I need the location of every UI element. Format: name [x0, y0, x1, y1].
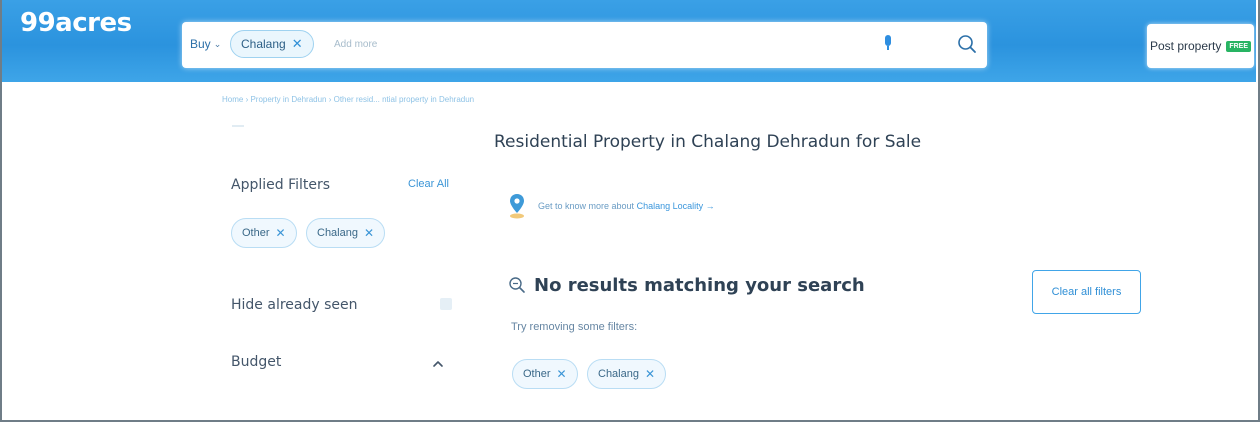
filter-chip-label: Chalang: [317, 227, 358, 239]
filter-chip-chalang[interactable]: Chalang ✕: [306, 218, 386, 248]
post-property-label: Post property: [1149, 39, 1222, 53]
result-chip-other[interactable]: Other ✕: [512, 359, 578, 389]
locality-link[interactable]: Chalang Locality →: [637, 201, 715, 211]
search-icon[interactable]: [956, 33, 978, 55]
result-chip-label: Chalang: [598, 368, 639, 380]
applied-filters-heading: Applied Filters: [231, 177, 331, 193]
buy-dropdown-label: Buy: [190, 37, 211, 51]
logo[interactable]: 99acres: [20, 8, 132, 38]
chevron-up-icon[interactable]: [432, 359, 444, 369]
top-header: 99acres Buy ⌄ Chalang ✕ Post property FR…: [2, 0, 1256, 82]
hide-already-seen-toggle[interactable]: [440, 298, 452, 310]
search-input[interactable]: [334, 35, 834, 53]
locality-info: Get to know more about Chalang Locality …: [538, 201, 715, 211]
post-property-button[interactable]: Post property FREE: [1147, 24, 1254, 68]
result-chip-chalang[interactable]: Chalang ✕: [587, 359, 667, 389]
close-icon[interactable]: ✕: [557, 367, 567, 381]
filter-chip-other[interactable]: Other ✕: [231, 218, 297, 248]
try-removing-text: Try removing some filters:: [511, 321, 638, 333]
breadcrumb[interactable]: Home › Property in Dehradun › Other resi…: [222, 95, 474, 104]
result-chip-label: Other: [523, 368, 551, 380]
clear-all-link[interactable]: Clear All: [408, 178, 449, 190]
close-icon[interactable]: ✕: [292, 36, 303, 52]
close-icon[interactable]: ✕: [364, 226, 374, 240]
chevron-down-icon: ⌄: [213, 38, 222, 49]
search-zoom-icon: [509, 277, 525, 293]
close-icon[interactable]: ✕: [645, 367, 655, 381]
search-bar[interactable]: Buy ⌄ Chalang ✕: [182, 22, 987, 68]
budget-heading: Budget: [231, 354, 282, 370]
buy-dropdown[interactable]: Buy ⌄: [190, 37, 221, 51]
search-chip-label: Chalang: [241, 37, 286, 51]
free-badge: FREE: [1226, 40, 1252, 52]
locality-text: Get to know more about: [538, 201, 635, 211]
page-title: Residential Property in Chalang Dehradun…: [494, 132, 922, 152]
divider: [232, 125, 244, 127]
microphone-icon[interactable]: [883, 35, 893, 51]
filter-chip-label: Other: [242, 227, 270, 239]
search-chip-chalang: Chalang ✕: [230, 30, 314, 58]
no-results-title: No results matching your search: [534, 275, 865, 296]
hide-already-seen-label: Hide already seen: [231, 297, 358, 313]
location-pin-icon: [510, 194, 524, 219]
clear-all-filters-button[interactable]: Clear all filters: [1032, 270, 1141, 314]
close-icon[interactable]: ✕: [276, 226, 286, 240]
